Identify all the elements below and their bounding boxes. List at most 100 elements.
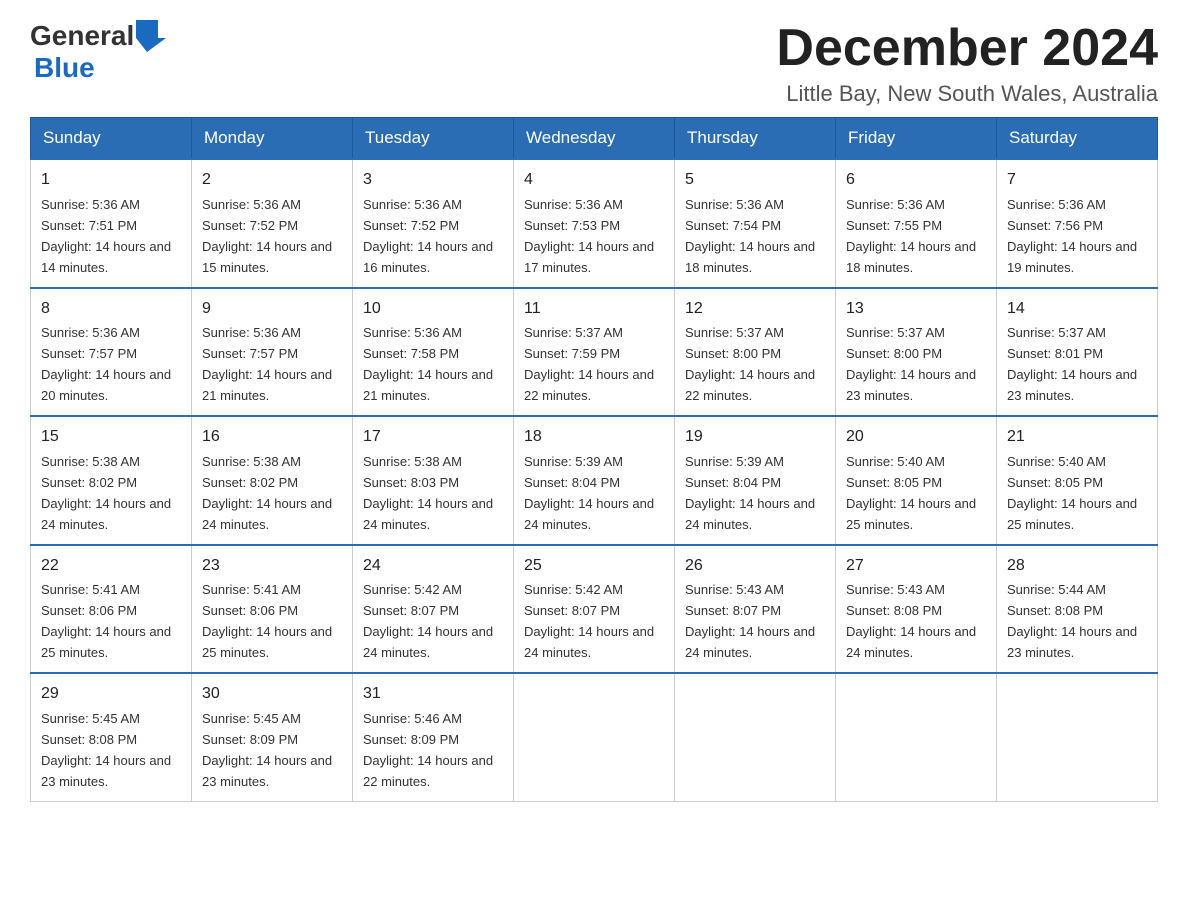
sunrise-text: Sunrise: 5:39 AM xyxy=(685,454,784,469)
sunset-text: Sunset: 8:05 PM xyxy=(1007,475,1103,490)
sunrise-text: Sunrise: 5:36 AM xyxy=(202,197,301,212)
sunrise-text: Sunrise: 5:36 AM xyxy=(685,197,784,212)
calendar-cell: 9 Sunrise: 5:36 AM Sunset: 7:57 PM Dayli… xyxy=(192,288,353,416)
week-row-3: 15 Sunrise: 5:38 AM Sunset: 8:02 PM Dayl… xyxy=(31,416,1158,544)
calendar-cell: 5 Sunrise: 5:36 AM Sunset: 7:54 PM Dayli… xyxy=(675,159,836,287)
daylight-text: Daylight: 14 hours and 24 minutes. xyxy=(41,496,171,532)
logo: General Blue xyxy=(30,20,166,84)
calendar-cell: 10 Sunrise: 5:36 AM Sunset: 7:58 PM Dayl… xyxy=(353,288,514,416)
sunset-text: Sunset: 8:07 PM xyxy=(363,603,459,618)
daylight-text: Daylight: 14 hours and 20 minutes. xyxy=(41,367,171,403)
day-number: 23 xyxy=(202,554,342,579)
day-number: 29 xyxy=(41,682,181,707)
calendar-cell: 22 Sunrise: 5:41 AM Sunset: 8:06 PM Dayl… xyxy=(31,545,192,673)
header-wednesday: Wednesday xyxy=(514,118,675,160)
sunset-text: Sunset: 7:52 PM xyxy=(202,218,298,233)
logo-general-text: General xyxy=(30,20,134,52)
day-number: 7 xyxy=(1007,168,1147,193)
header-saturday: Saturday xyxy=(997,118,1158,160)
day-number: 16 xyxy=(202,425,342,450)
sunrise-text: Sunrise: 5:39 AM xyxy=(524,454,623,469)
week-row-2: 8 Sunrise: 5:36 AM Sunset: 7:57 PM Dayli… xyxy=(31,288,1158,416)
sunset-text: Sunset: 7:51 PM xyxy=(41,218,137,233)
day-number: 8 xyxy=(41,297,181,322)
sunset-text: Sunset: 7:57 PM xyxy=(202,346,298,361)
header-thursday: Thursday xyxy=(675,118,836,160)
calendar-cell xyxy=(836,673,997,801)
calendar-cell: 26 Sunrise: 5:43 AM Sunset: 8:07 PM Dayl… xyxy=(675,545,836,673)
sunset-text: Sunset: 8:04 PM xyxy=(685,475,781,490)
daylight-text: Daylight: 14 hours and 21 minutes. xyxy=(363,367,493,403)
sunset-text: Sunset: 7:57 PM xyxy=(41,346,137,361)
sunrise-text: Sunrise: 5:41 AM xyxy=(202,582,301,597)
calendar-cell: 23 Sunrise: 5:41 AM Sunset: 8:06 PM Dayl… xyxy=(192,545,353,673)
sunrise-text: Sunrise: 5:37 AM xyxy=(524,325,623,340)
calendar-cell: 17 Sunrise: 5:38 AM Sunset: 8:03 PM Dayl… xyxy=(353,416,514,544)
daylight-text: Daylight: 14 hours and 21 minutes. xyxy=(202,367,332,403)
daylight-text: Daylight: 14 hours and 19 minutes. xyxy=(1007,239,1137,275)
sunset-text: Sunset: 8:02 PM xyxy=(202,475,298,490)
sunrise-text: Sunrise: 5:37 AM xyxy=(846,325,945,340)
sunrise-text: Sunrise: 5:41 AM xyxy=(41,582,140,597)
daylight-text: Daylight: 14 hours and 24 minutes. xyxy=(363,624,493,660)
sunset-text: Sunset: 8:05 PM xyxy=(846,475,942,490)
sunrise-text: Sunrise: 5:38 AM xyxy=(363,454,462,469)
day-number: 20 xyxy=(846,425,986,450)
sunset-text: Sunset: 7:55 PM xyxy=(846,218,942,233)
sunset-text: Sunset: 7:52 PM xyxy=(363,218,459,233)
calendar-cell: 21 Sunrise: 5:40 AM Sunset: 8:05 PM Dayl… xyxy=(997,416,1158,544)
daylight-text: Daylight: 14 hours and 23 minutes. xyxy=(846,367,976,403)
calendar-cell: 31 Sunrise: 5:46 AM Sunset: 8:09 PM Dayl… xyxy=(353,673,514,801)
day-number: 6 xyxy=(846,168,986,193)
calendar-cell: 8 Sunrise: 5:36 AM Sunset: 7:57 PM Dayli… xyxy=(31,288,192,416)
sunrise-text: Sunrise: 5:40 AM xyxy=(1007,454,1106,469)
daylight-text: Daylight: 14 hours and 18 minutes. xyxy=(685,239,815,275)
calendar-cell: 15 Sunrise: 5:38 AM Sunset: 8:02 PM Dayl… xyxy=(31,416,192,544)
daylight-text: Daylight: 14 hours and 17 minutes. xyxy=(524,239,654,275)
sunrise-text: Sunrise: 5:45 AM xyxy=(202,711,301,726)
header-tuesday: Tuesday xyxy=(353,118,514,160)
sunrise-text: Sunrise: 5:42 AM xyxy=(524,582,623,597)
daylight-text: Daylight: 14 hours and 25 minutes. xyxy=(202,624,332,660)
daylight-text: Daylight: 14 hours and 23 minutes. xyxy=(1007,624,1137,660)
calendar-cell: 16 Sunrise: 5:38 AM Sunset: 8:02 PM Dayl… xyxy=(192,416,353,544)
sunset-text: Sunset: 8:07 PM xyxy=(524,603,620,618)
calendar-cell: 24 Sunrise: 5:42 AM Sunset: 8:07 PM Dayl… xyxy=(353,545,514,673)
calendar-cell: 2 Sunrise: 5:36 AM Sunset: 7:52 PM Dayli… xyxy=(192,159,353,287)
calendar-cell: 14 Sunrise: 5:37 AM Sunset: 8:01 PM Dayl… xyxy=(997,288,1158,416)
sunset-text: Sunset: 7:56 PM xyxy=(1007,218,1103,233)
day-number: 18 xyxy=(524,425,664,450)
day-number: 9 xyxy=(202,297,342,322)
calendar-cell: 7 Sunrise: 5:36 AM Sunset: 7:56 PM Dayli… xyxy=(997,159,1158,287)
day-number: 31 xyxy=(363,682,503,707)
daylight-text: Daylight: 14 hours and 24 minutes. xyxy=(685,496,815,532)
calendar-cell: 4 Sunrise: 5:36 AM Sunset: 7:53 PM Dayli… xyxy=(514,159,675,287)
sunrise-text: Sunrise: 5:36 AM xyxy=(846,197,945,212)
sunset-text: Sunset: 8:03 PM xyxy=(363,475,459,490)
sunrise-text: Sunrise: 5:43 AM xyxy=(846,582,945,597)
day-number: 22 xyxy=(41,554,181,579)
sunset-text: Sunset: 8:00 PM xyxy=(846,346,942,361)
calendar-cell xyxy=(514,673,675,801)
day-number: 28 xyxy=(1007,554,1147,579)
sunrise-text: Sunrise: 5:36 AM xyxy=(1007,197,1106,212)
sunset-text: Sunset: 7:53 PM xyxy=(524,218,620,233)
calendar-cell: 3 Sunrise: 5:36 AM Sunset: 7:52 PM Dayli… xyxy=(353,159,514,287)
daylight-text: Daylight: 14 hours and 25 minutes. xyxy=(846,496,976,532)
day-number: 13 xyxy=(846,297,986,322)
calendar-cell xyxy=(997,673,1158,801)
calendar-cell: 12 Sunrise: 5:37 AM Sunset: 8:00 PM Dayl… xyxy=(675,288,836,416)
sunrise-text: Sunrise: 5:36 AM xyxy=(41,325,140,340)
day-number: 24 xyxy=(363,554,503,579)
calendar-cell: 6 Sunrise: 5:36 AM Sunset: 7:55 PM Dayli… xyxy=(836,159,997,287)
week-row-4: 22 Sunrise: 5:41 AM Sunset: 8:06 PM Dayl… xyxy=(31,545,1158,673)
sunset-text: Sunset: 8:08 PM xyxy=(41,732,137,747)
calendar-cell: 1 Sunrise: 5:36 AM Sunset: 7:51 PM Dayli… xyxy=(31,159,192,287)
daylight-text: Daylight: 14 hours and 22 minutes. xyxy=(363,753,493,789)
day-number: 26 xyxy=(685,554,825,579)
sunset-text: Sunset: 8:09 PM xyxy=(363,732,459,747)
sunrise-text: Sunrise: 5:36 AM xyxy=(202,325,301,340)
location: Little Bay, New South Wales, Australia xyxy=(776,81,1158,107)
sunrise-text: Sunrise: 5:44 AM xyxy=(1007,582,1106,597)
sunrise-text: Sunrise: 5:36 AM xyxy=(524,197,623,212)
